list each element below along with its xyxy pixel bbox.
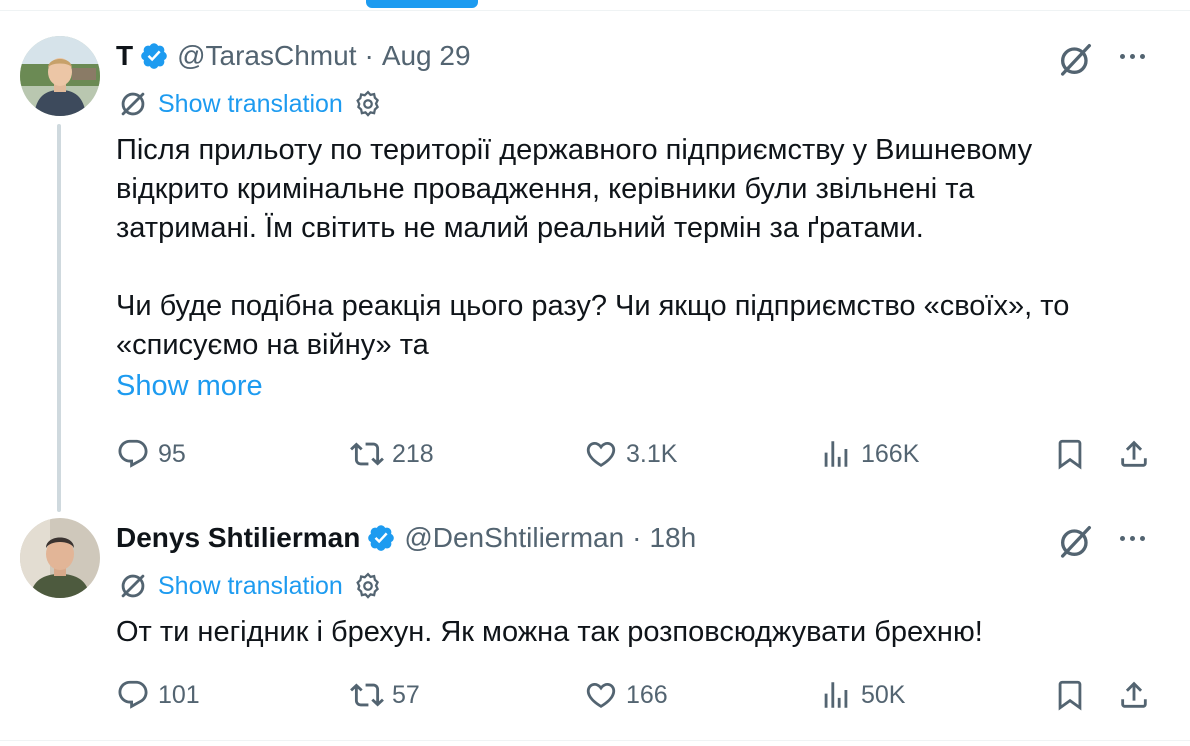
avatar[interactable] [20, 518, 100, 598]
show-translation[interactable]: Show translation [116, 569, 383, 603]
more-icon[interactable] [1112, 36, 1152, 76]
thread-connector [57, 124, 61, 512]
separator: · [632, 522, 642, 553]
text-line: затримані. Їм світить не малий реальний … [116, 212, 924, 244]
share-button[interactable] [1114, 434, 1154, 474]
reply-button[interactable]: 95 [116, 434, 186, 474]
author-handle[interactable]: @DenShtilierman [404, 522, 624, 554]
timestamp[interactable]: Aug 29 [382, 40, 471, 72]
reply-count: 101 [158, 680, 200, 709]
translate-icon [116, 87, 150, 121]
reply-button[interactable]: 101 [116, 675, 200, 715]
tweet-text: Після прильоту по території державного п… [116, 131, 1136, 365]
tweet-header: Denys Shtilierman @DenShtilierman · 18h [116, 518, 696, 558]
bookmark-icon [1053, 678, 1087, 712]
author-name[interactable]: T [116, 40, 133, 72]
tweet-header: T @TarasChmut · Aug 29 [116, 36, 471, 76]
tab-indicator [366, 0, 478, 8]
reply-count: 95 [158, 439, 186, 468]
text-line: «списуємо на війну» та [116, 329, 429, 361]
like-count: 166 [626, 680, 668, 709]
like-button[interactable]: 3.1K [584, 434, 677, 474]
tweet-text: От ти негідник і брехун. Як можна так ро… [116, 613, 1136, 652]
share-button[interactable] [1114, 675, 1154, 715]
grok-icon[interactable] [1056, 521, 1096, 561]
verified-icon[interactable] [139, 41, 169, 71]
divider [0, 740, 1190, 741]
repost-button[interactable]: 218 [350, 434, 434, 474]
views-icon [819, 678, 853, 712]
text-line: От ти негідник і брехун. Як можна так ро… [116, 616, 983, 648]
author-name[interactable]: Denys Shtilierman [116, 522, 360, 554]
views-count: 166K [861, 439, 920, 468]
repost-button[interactable]: 57 [350, 675, 420, 715]
text-line: відкрито кримінальне провадження, керівн… [116, 173, 975, 205]
repost-count: 218 [392, 439, 434, 468]
show-translation-label[interactable]: Show translation [158, 572, 343, 601]
settings-icon[interactable] [353, 89, 383, 119]
like-icon [584, 437, 618, 471]
repost-count: 57 [392, 680, 420, 709]
like-icon [584, 678, 618, 712]
bookmark-button[interactable] [1050, 434, 1090, 474]
repost-icon [350, 437, 384, 471]
reply-icon [116, 678, 150, 712]
share-icon [1117, 437, 1151, 471]
views-count: 50K [861, 680, 906, 709]
avatar[interactable] [20, 36, 100, 116]
translate-icon [116, 569, 150, 603]
text-line: Чи буде подібна реакція цього разу? Чи я… [116, 290, 1070, 322]
text-line: Після прильоту по території державного п… [116, 134, 1033, 166]
like-button[interactable]: 166 [584, 675, 668, 715]
views-button[interactable]: 166K [819, 434, 919, 474]
views-button[interactable]: 50K [819, 675, 905, 715]
share-icon [1117, 678, 1151, 712]
show-translation-label[interactable]: Show translation [158, 90, 343, 119]
like-count: 3.1K [626, 439, 678, 468]
timestamp[interactable]: 18h [649, 522, 696, 554]
views-icon [819, 437, 853, 471]
bookmark-button[interactable] [1050, 675, 1090, 715]
show-translation[interactable]: Show translation [116, 87, 383, 121]
repost-icon [350, 678, 384, 712]
show-more-link[interactable]: Show more [116, 370, 263, 403]
more-icon[interactable] [1112, 518, 1152, 558]
divider [0, 10, 1190, 11]
bookmark-icon [1053, 437, 1087, 471]
author-handle[interactable]: @TarasChmut [177, 40, 356, 72]
reply-icon [116, 437, 150, 471]
verified-icon[interactable] [366, 523, 396, 553]
settings-icon[interactable] [353, 571, 383, 601]
separator: · [364, 40, 374, 71]
grok-icon[interactable] [1056, 39, 1096, 79]
